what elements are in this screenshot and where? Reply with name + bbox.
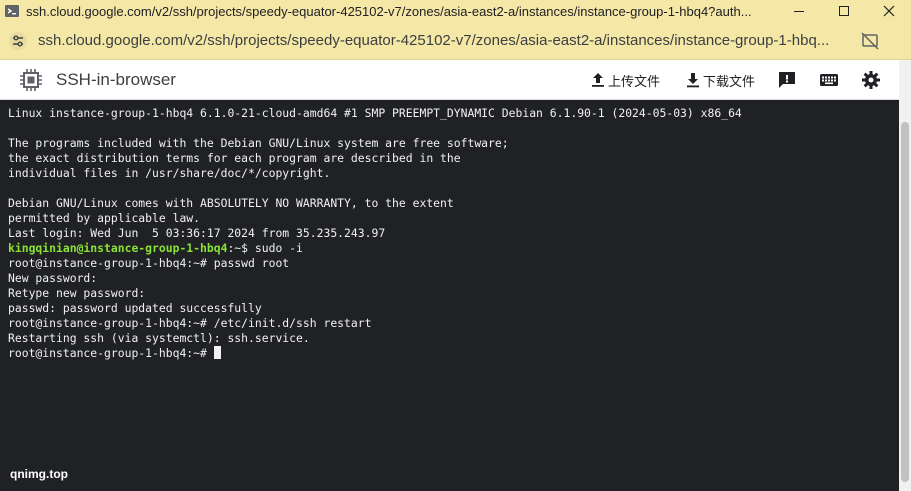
window-titlebar: ssh.cloud.google.com/v2/ssh/projects/spe… [0,0,911,22]
site-settings-icon[interactable] [8,31,28,51]
url-text[interactable]: ssh.cloud.google.com/v2/ssh/projects/spe… [38,32,850,49]
terminal-line: Last login: Wed Jun 5 03:36:17 2024 from… [8,226,386,240]
download-file-button[interactable]: 下载文件 [686,71,755,90]
terminal-line: Linux instance-group-1-hbq4 6.1.0-21-clo… [8,106,742,120]
terminal-line: New password: [8,271,98,285]
terminal-intro-lines: Linux instance-group-1-hbq4 6.1.0-21-clo… [8,106,899,241]
terminal-line: root@instance-group-1-hbq4:~# passwd roo… [8,256,290,270]
terminal-after-lines: root@instance-group-1-hbq4:~# passwd roo… [8,256,899,346]
terminal-line: permitted by applicable law. [8,211,201,225]
maximize-button[interactable] [821,0,866,22]
compute-engine-logo-icon [20,68,42,91]
terminal-user-prompt: kingqinian@instance-group-1-hbq4 [8,241,228,255]
terminal-line: root@instance-group-1-hbq4:~# /etc/init.… [8,316,372,330]
terminal-line: passwd: password updated successfully [8,301,262,315]
maximize-icon [838,6,849,16]
cast-off-icon[interactable] [861,32,879,50]
terminal-line: Restarting ssh (via systemctl): ssh.serv… [8,331,310,345]
download-file-label: 下载文件 [702,73,755,89]
address-bar: ssh.cloud.google.com/v2/ssh/projects/spe… [0,22,911,60]
scrollbar-thumb[interactable] [901,122,909,482]
window-title: ssh.cloud.google.com/v2/ssh/projects/spe… [26,3,752,19]
terminal-current-prompt: root@instance-group-1-hbq4:~# [8,346,214,360]
download-icon [686,73,699,88]
feedback-icon[interactable] [777,70,797,90]
toolbar-actions: 上传文件 下载文件 [565,60,881,100]
close-icon [883,5,894,17]
terminal-line: individual files in /usr/share/doc/*/cop… [8,166,331,180]
terminal-cursor [213,346,221,359]
terminal-app-icon [5,5,19,17]
terminal-line: Debian GNU/Linux comes with ABSOLUTELY N… [8,196,454,210]
minimize-icon [793,11,804,12]
upload-file-button[interactable]: 上传文件 [591,71,660,90]
upload-icon [591,73,604,87]
terminal-line: the exact distribution terms for each pr… [8,151,461,165]
app-title: SSH-in-browser [56,69,176,89]
terminal-line: Retype new password: [8,286,146,300]
window-controls [776,0,911,22]
terminal-current-line[interactable]: root@instance-group-1-hbq4:~# [8,346,899,361]
terminal-output[interactable]: Linux instance-group-1-hbq4 6.1.0-21-clo… [0,100,899,491]
terminal-line: The programs included with the Debian GN… [8,136,509,150]
close-button[interactable] [866,0,911,22]
minimize-button[interactable] [776,0,821,22]
upload-file-label: 上传文件 [607,73,660,89]
scrollbar[interactable] [899,60,911,491]
gear-icon[interactable] [861,70,881,90]
ssh-toolbar: SSH-in-browser 上传文件 下载文件 [0,60,899,100]
terminal-line: kingqinian@instance-group-1-hbq4:~$ sudo… [8,241,899,256]
terminal-command: :~$ sudo -i [227,241,303,255]
keyboard-icon[interactable] [819,70,839,90]
watermark: qnimg.top [10,467,68,481]
